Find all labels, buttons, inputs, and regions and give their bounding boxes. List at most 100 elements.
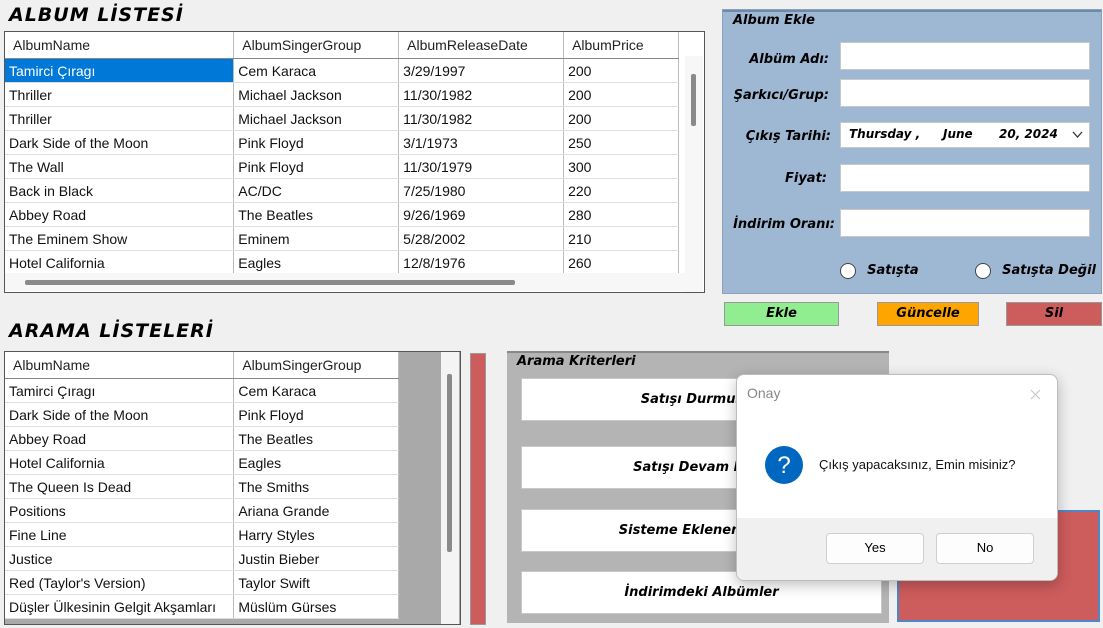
- chevron-down-icon[interactable]: [1072, 131, 1083, 139]
- album-cell[interactable]: 280: [563, 202, 679, 227]
- album-cell[interactable]: 11/30/1979: [398, 154, 565, 179]
- search-cell[interactable]: Tamirci Çıragı: [5, 378, 235, 403]
- album-cell[interactable]: 11/30/1982: [398, 82, 565, 107]
- search-row[interactable]: Abbey Road The Beatles: [5, 426, 399, 451]
- search-cell[interactable]: Cem Karaca: [233, 378, 399, 403]
- search-cell[interactable]: Pink Floyd: [233, 402, 399, 427]
- singer-input[interactable]: [840, 79, 1090, 107]
- side-red-bar[interactable]: [470, 353, 486, 625]
- search-row[interactable]: Positions Ariana Grande: [5, 498, 399, 523]
- search-cell[interactable]: Eagles: [233, 450, 399, 475]
- album-row[interactable]: Tamirci Çıragı Cem Karaca 3/29/1997 200: [5, 58, 679, 83]
- search-cell[interactable]: Fine Line: [5, 522, 235, 547]
- col-album-name[interactable]: AlbumName: [5, 32, 235, 59]
- album-cell[interactable]: 200: [563, 58, 679, 83]
- album-cell[interactable]: Back in Black: [5, 178, 235, 203]
- yes-button[interactable]: Yes: [826, 533, 924, 564]
- album-cell[interactable]: The Eminem Show: [5, 226, 235, 251]
- col-album-release-date[interactable]: AlbumReleaseDate: [398, 32, 565, 59]
- album-cell[interactable]: The Wall: [5, 154, 235, 179]
- radio-not-on-sale[interactable]: Satışta Değil: [975, 260, 1096, 279]
- search-cell[interactable]: Dark Side of the Moon: [5, 402, 235, 427]
- album-hscroll-thumb[interactable]: [25, 280, 515, 285]
- album-cell[interactable]: Pink Floyd: [233, 154, 400, 179]
- album-cell[interactable]: 220: [563, 178, 679, 203]
- search-cell[interactable]: Müslüm Gürses: [233, 594, 399, 619]
- album-cell[interactable]: Abbey Road: [5, 202, 235, 227]
- album-row[interactable]: Thriller Michael Jackson 11/30/1982 200: [5, 82, 679, 107]
- album-cell[interactable]: 9/26/1969: [398, 202, 565, 227]
- search-cell[interactable]: Hotel California: [5, 450, 235, 475]
- search-cell[interactable]: Düşler Ülkesinin Gelgit Akşamları: [5, 594, 235, 619]
- search-row[interactable]: Tamirci Çıragı Cem Karaca: [5, 378, 399, 403]
- close-icon[interactable]: [1030, 389, 1041, 400]
- album-cell[interactable]: Dark Side of the Moon: [5, 130, 235, 155]
- search-grid[interactable]: AlbumName AlbumSingerGroup Tamirci Çırag…: [4, 351, 461, 625]
- album-cell[interactable]: Thriller: [5, 106, 235, 131]
- album-vscroll[interactable]: [685, 56, 703, 292]
- search-cell[interactable]: Justin Bieber: [233, 546, 399, 571]
- album-cell[interactable]: 3/1/1973: [398, 130, 565, 155]
- radio-on-sale[interactable]: Satışta: [840, 260, 919, 279]
- album-cell[interactable]: Pink Floyd: [233, 130, 400, 155]
- col-album-singer-group[interactable]: AlbumSingerGroup: [233, 32, 400, 59]
- album-cell[interactable]: Eminem: [233, 226, 400, 251]
- album-name-input[interactable]: [840, 42, 1090, 70]
- release-date-picker[interactable]: Thursday , June 20, 2024: [840, 122, 1090, 148]
- search-cell[interactable]: The Smiths: [233, 474, 399, 499]
- album-cell[interactable]: 250: [563, 130, 679, 155]
- search-row[interactable]: The Queen Is Dead The Smiths: [5, 474, 399, 499]
- album-hscroll[interactable]: [5, 273, 685, 291]
- radio-circle-not-on-sale[interactable]: [975, 262, 991, 279]
- album-cell[interactable]: 260: [563, 250, 679, 275]
- album-cell[interactable]: 210: [563, 226, 679, 251]
- album-cell[interactable]: Cem Karaca: [233, 58, 400, 83]
- add-button[interactable]: Ekle: [724, 302, 839, 326]
- album-row[interactable]: The Eminem Show Eminem 5/28/2002 210: [5, 226, 679, 251]
- search-row[interactable]: Fine Line Harry Styles: [5, 522, 399, 547]
- search-cell[interactable]: The Queen Is Dead: [5, 474, 235, 499]
- search-vscroll[interactable]: [441, 352, 459, 624]
- album-vscroll-thumb[interactable]: [691, 74, 696, 126]
- album-cell[interactable]: 200: [563, 106, 679, 131]
- col-search-singer-group[interactable]: AlbumSingerGroup: [233, 352, 399, 379]
- album-row[interactable]: Thriller Michael Jackson 11/30/1982 200: [5, 106, 679, 131]
- album-cell[interactable]: Thriller: [5, 82, 235, 107]
- album-row[interactable]: The Wall Pink Floyd 11/30/1979 300: [5, 154, 679, 179]
- search-row[interactable]: Düşler Ülkesinin Gelgit Akşamları Müslüm …: [5, 594, 399, 619]
- album-cell[interactable]: AC/DC: [233, 178, 400, 203]
- album-row[interactable]: Dark Side of the Moon Pink Floyd 3/1/1973 2…: [5, 130, 679, 155]
- album-cell[interactable]: Eagles: [233, 250, 400, 275]
- update-button[interactable]: Güncelle: [877, 302, 979, 326]
- album-cell[interactable]: Tamirci Çıragı: [5, 58, 235, 83]
- discount-input[interactable]: [840, 209, 1090, 237]
- price-input[interactable]: [840, 164, 1090, 192]
- search-vscroll-thumb[interactable]: [447, 374, 452, 552]
- album-cell[interactable]: 12/8/1976: [398, 250, 565, 275]
- search-cell[interactable]: The Beatles: [233, 426, 399, 451]
- album-cell[interactable]: Hotel California: [5, 250, 235, 275]
- album-row[interactable]: Abbey Road The Beatles 9/26/1969 280: [5, 202, 679, 227]
- album-cell[interactable]: 5/28/2002: [398, 226, 565, 251]
- col-album-price[interactable]: AlbumPrice: [563, 32, 679, 59]
- search-row[interactable]: Dark Side of the Moon Pink Floyd: [5, 402, 399, 427]
- album-cell[interactable]: Michael Jackson: [233, 82, 400, 107]
- search-row[interactable]: Justice Justin Bieber: [5, 546, 399, 571]
- album-grid[interactable]: AlbumName AlbumSingerGroup AlbumReleaseD…: [4, 31, 705, 293]
- radio-circle-on-sale[interactable]: [840, 262, 856, 279]
- search-cell[interactable]: Justice: [5, 546, 235, 571]
- album-cell[interactable]: The Beatles: [233, 202, 400, 227]
- no-button[interactable]: No: [936, 533, 1034, 564]
- album-cell[interactable]: 300: [563, 154, 679, 179]
- search-cell[interactable]: Ariana Grande: [233, 498, 399, 523]
- search-cell[interactable]: Positions: [5, 498, 235, 523]
- album-cell[interactable]: 11/30/1982: [398, 106, 565, 131]
- delete-button[interactable]: Sil: [1006, 302, 1102, 326]
- search-cell[interactable]: Harry Styles: [233, 522, 399, 547]
- album-cell[interactable]: 7/25/1980: [398, 178, 565, 203]
- album-cell[interactable]: Michael Jackson: [233, 106, 400, 131]
- search-cell[interactable]: Taylor Swift: [233, 570, 399, 595]
- album-cell[interactable]: 200: [563, 82, 679, 107]
- album-cell[interactable]: 3/29/1997: [398, 58, 565, 83]
- search-row[interactable]: Red (Taylor's Version) Taylor Swift: [5, 570, 399, 595]
